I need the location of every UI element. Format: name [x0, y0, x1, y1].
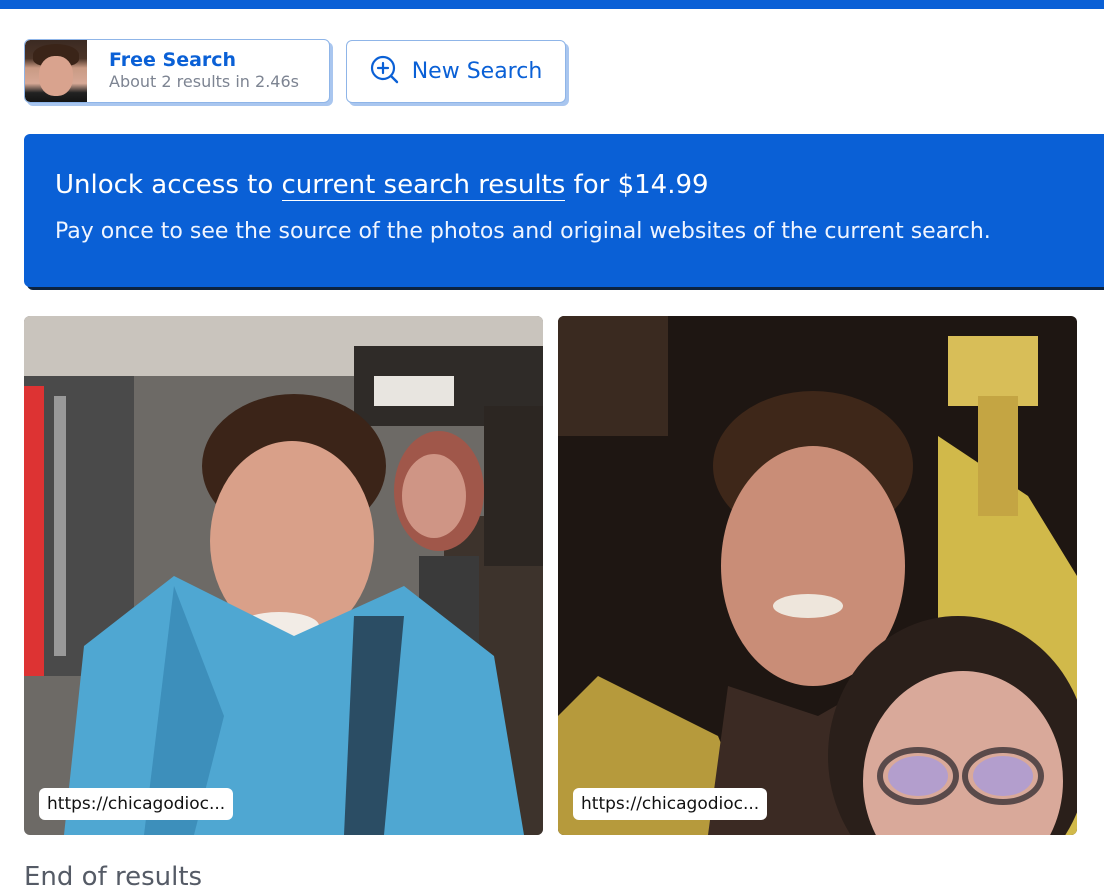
current-results-link[interactable]: current search results — [281, 170, 566, 201]
banner-subtitle: Pay once to see the source of the photos… — [55, 219, 991, 244]
unlock-banner: Unlock access to current search results … — [24, 134, 1104, 287]
banner-title-price: for $14.99 — [565, 170, 709, 200]
result-image-1 — [24, 316, 543, 835]
result-image-2 — [558, 316, 1077, 835]
top-accent-bar — [0, 0, 1104, 9]
result-card-1[interactable]: https://chicagodioc... — [24, 316, 543, 835]
banner-title-prefix: Unlock access to — [55, 170, 282, 200]
search-card-subtitle: About 2 results in 2.46s — [109, 72, 299, 91]
result-url-1[interactable]: https://chicagodioc... — [39, 788, 234, 820]
result-url-2[interactable]: https://chicagodioc... — [573, 788, 768, 820]
end-of-results-text: End of results — [24, 862, 203, 886]
search-card-title: Free Search — [109, 49, 237, 71]
result-card-2[interactable]: https://chicagodioc... — [558, 316, 1077, 835]
free-search-card[interactable]: Free Search About 2 results in 2.46s — [24, 39, 330, 103]
new-search-label: New Search — [411, 59, 543, 84]
new-search-button[interactable]: New Search — [346, 40, 566, 103]
query-thumbnail — [25, 40, 87, 102]
banner-title: Unlock access to current search results … — [55, 166, 1104, 204]
zoom-in-icon — [370, 55, 400, 89]
